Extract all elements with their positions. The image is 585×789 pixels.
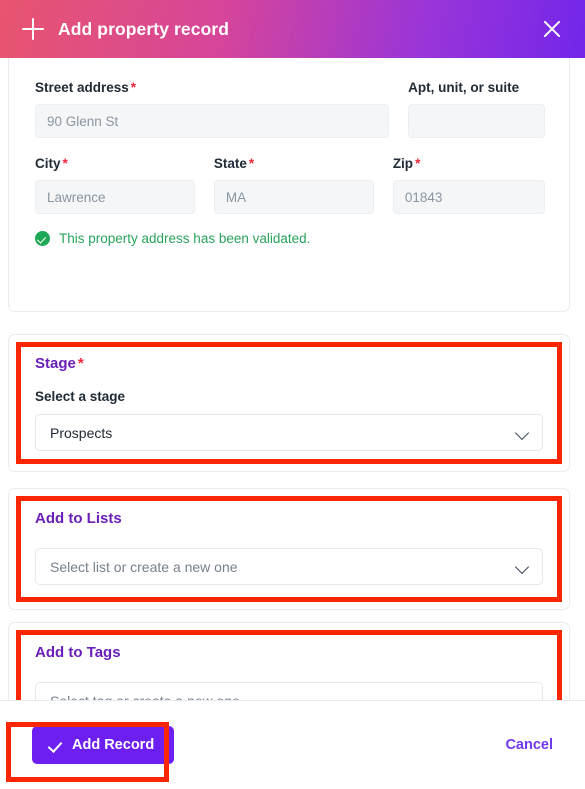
check-circle-icon <box>35 231 50 247</box>
stage-section: Stage * Select a stage Prospects <box>9 335 569 452</box>
select-a-stage-label: Select a stage <box>35 389 126 404</box>
state-label: State * <box>213 156 255 172</box>
tags-section: Add to Tags Select tag or create a new o… <box>9 623 569 700</box>
tags-select[interactable]: Select tag or create a new one <box>35 682 543 700</box>
modal-title: Add property record <box>58 18 230 39</box>
check-icon <box>49 739 62 752</box>
address-card: Street address* Apt, unit, or suite City… <box>8 58 570 312</box>
apt-label: Apt, unit, or suite <box>408 80 520 95</box>
add-to-tags-title: Add to Tags <box>35 644 121 661</box>
chevron-down-icon <box>516 560 529 573</box>
stage-card: Stage * Select a stage Prospects <box>8 334 570 472</box>
stage-select[interactable]: Prospects <box>35 414 543 452</box>
required-asterisk: * <box>77 355 84 372</box>
lists-card: Add to Lists Select list or create a new… <box>8 488 570 610</box>
zip-input[interactable] <box>392 180 546 215</box>
address-row-city-state-zip: City* State* Zip* <box>35 156 546 215</box>
address-fields: Street address* Apt, unit, or suite City… <box>9 58 569 247</box>
city-label: City * <box>35 156 68 172</box>
address-row-street: Street address* Apt, unit, or suite <box>35 80 545 139</box>
lists-select-placeholder: Select list or create a new one <box>50 558 238 575</box>
add-record-label: Add Record <box>72 737 155 753</box>
modal-body: Street address* Apt, unit, or suite City… <box>0 58 585 700</box>
zip-group: Zip * <box>392 156 546 215</box>
chevron-down-icon <box>516 426 529 439</box>
street-address-input[interactable] <box>35 104 390 139</box>
tags-card: Add to Tags Select tag or create a new o… <box>8 622 570 700</box>
lists-select[interactable]: Select list or create a new one <box>35 548 543 585</box>
zip-label: Zip * <box>392 156 421 172</box>
state-input[interactable] <box>213 180 374 215</box>
city-group: City * <box>35 156 195 215</box>
plus-icon <box>22 18 44 40</box>
street-address-group: Street address * <box>35 80 390 139</box>
modal-footer: Add Record Cancel <box>0 700 585 789</box>
tags-select-placeholder: Select tag or create a new one <box>50 693 508 701</box>
required-asterisk: * <box>415 156 421 172</box>
validation-text: This property address has been validated… <box>59 231 311 247</box>
add-to-lists-title: Add to Lists <box>35 510 122 527</box>
required-asterisk: * <box>248 156 255 172</box>
stage-title: Stage * <box>35 355 84 372</box>
lists-section: Add to Lists Select list or create a new… <box>9 489 569 585</box>
cancel-button[interactable]: Cancel <box>505 737 553 753</box>
modal-header: Add property record <box>0 0 585 58</box>
state-group: State * <box>213 156 374 215</box>
stage-select-value: Prospects <box>50 424 113 441</box>
street-address-label: Street address * <box>35 80 137 95</box>
modal-header-left: Add property record <box>22 18 229 40</box>
add-record-button[interactable]: Add Record <box>32 726 175 764</box>
required-asterisk: * <box>130 80 137 95</box>
apt-input[interactable] <box>408 104 545 139</box>
address-validation-message: This property address has been validated… <box>35 231 545 247</box>
apt-group: Apt, unit, or suite <box>408 80 545 139</box>
close-icon[interactable] <box>541 18 563 40</box>
city-input[interactable] <box>35 180 195 215</box>
add-property-record-modal: Add property record Street address* Apt,… <box>0 0 585 789</box>
required-asterisk: * <box>62 156 68 172</box>
